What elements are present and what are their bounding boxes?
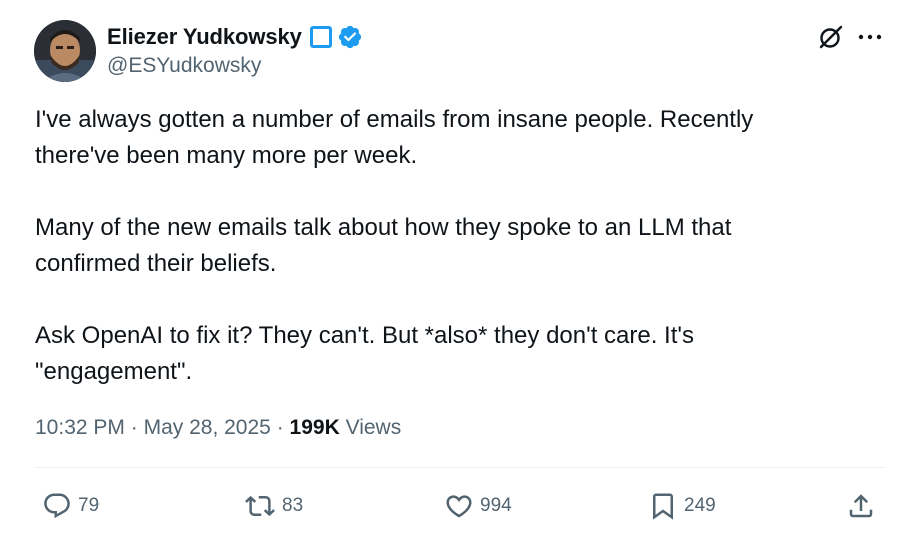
- repost-button[interactable]: 83: [244, 490, 303, 522]
- tweet-paragraph: Many of the new emails talk about how th…: [35, 214, 732, 277]
- bookmark-icon: [653, 493, 673, 520]
- bookmark-count: 249: [684, 495, 716, 516]
- like-count: 994: [480, 495, 512, 516]
- views-label: Views: [345, 416, 402, 439]
- avatar-image: [34, 20, 96, 82]
- like-button[interactable]: 994: [444, 490, 512, 522]
- tweet-card: Eliezer Yudkowsky @ESYudkowsky I've alwa…: [0, 0, 909, 544]
- tweet-meta: 10:32 PM · May 28, 2025 · 199K Views: [35, 416, 401, 440]
- reply-count: 79: [78, 495, 100, 516]
- meta-separator: ·: [276, 416, 284, 439]
- author-handle[interactable]: @ESYudkowsky: [107, 54, 261, 78]
- reply-icon: [44, 493, 70, 519]
- grok-icon[interactable]: [818, 24, 844, 50]
- divider: [35, 467, 885, 468]
- meta-separator: ·: [130, 416, 138, 439]
- bookmark-button[interactable]: 249: [648, 490, 716, 522]
- more-dots-icon[interactable]: [856, 24, 884, 50]
- verified-badge-icon[interactable]: [337, 24, 363, 50]
- tweet-text: I've always gotten a number of emails fr…: [35, 102, 865, 426]
- repost-count: 83: [282, 495, 304, 516]
- tweet-paragraph: I've always gotten a number of emails fr…: [35, 106, 754, 169]
- tweet-paragraph: Ask OpenAI to fix it? They can't. But *a…: [35, 322, 694, 385]
- square-outline-icon: [309, 26, 332, 48]
- share-button[interactable]: [846, 490, 876, 522]
- tweet-time[interactable]: 10:32 PM: [35, 416, 125, 439]
- heart-icon: [446, 495, 472, 518]
- share-icon: [849, 494, 873, 518]
- author-name-row: Eliezer Yudkowsky: [107, 22, 363, 52]
- repost-icon: [245, 495, 275, 517]
- tweet-date[interactable]: May 28, 2025: [144, 416, 271, 439]
- author-display-name[interactable]: Eliezer Yudkowsky: [107, 24, 302, 50]
- views-count[interactable]: 199K: [290, 416, 340, 439]
- avatar[interactable]: [34, 20, 96, 82]
- reply-button[interactable]: 79: [42, 490, 99, 522]
